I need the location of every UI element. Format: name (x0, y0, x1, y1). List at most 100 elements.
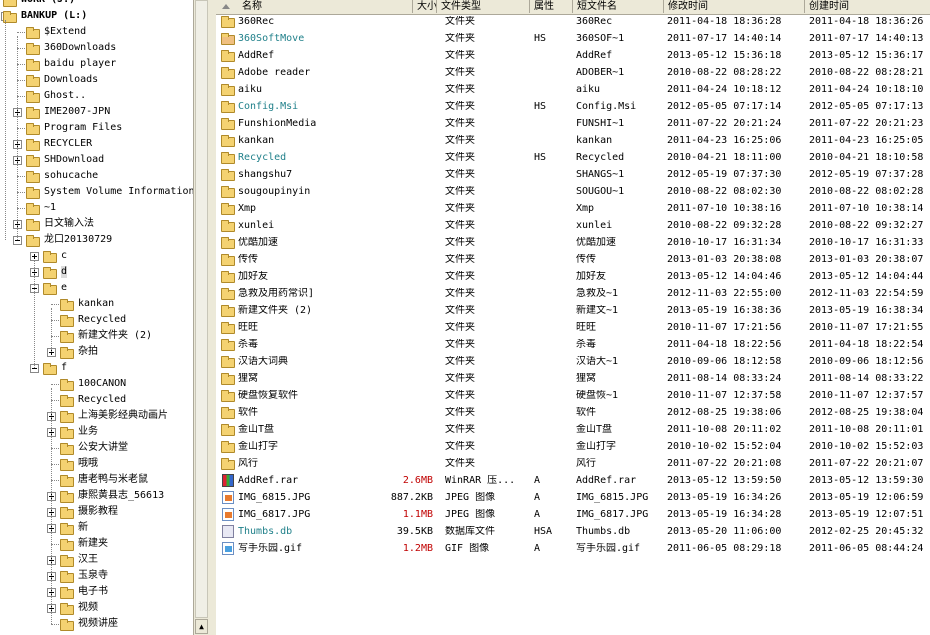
file-type: 数据库文件 (445, 526, 495, 537)
file-row[interactable]: 写手乐园.gif 1.2MB GIF 图像 A 写手乐园.gif 2011-06-05 0… (216, 540, 930, 557)
file-created: 2011-07-17 14:40:13 (809, 33, 924, 44)
tree-item[interactable]: 日文输入法 (0, 216, 193, 232)
file-short: kankan (576, 135, 613, 146)
file-row[interactable]: Config.Msi 文件夹 HS Config.Msi 2012-05-05 07:1… (216, 98, 930, 115)
file-row[interactable]: 旺旺 文件夹 旺旺 2010-11-07 17:21:56 2010-11-07 17:… (216, 319, 930, 336)
file-row[interactable]: 加好友 文件夹 加好友 2013-05-12 14:04:46 2013-05-12 1… (216, 268, 930, 285)
file-row[interactable]: AddRef.rar 2.6MB WinRAR 压... A AddRef.rar 201… (216, 472, 930, 489)
folder-icon (60, 571, 74, 583)
folder-icon (60, 331, 74, 343)
file-row[interactable]: 新建文件夹 (2) 文件夹 新建文~1 2013-05-19 16:38:36 2013… (216, 302, 930, 319)
tree-item[interactable]: $Extend (0, 24, 193, 40)
file-row[interactable]: 狸窝 文件夹 狸窝 2011-08-14 08:33:24 2011-08-14 08:… (216, 370, 930, 387)
scrollbar-thumb[interactable] (195, 0, 208, 618)
file-row[interactable]: Xmp 文件夹 Xmp 2011-07-10 10:38:16 2011-07-10 1… (216, 200, 930, 217)
tree-item[interactable]: 视频讲座 (0, 616, 193, 632)
tree-item[interactable]: RECYCLER (0, 136, 193, 152)
file-row[interactable]: Adobe reader 文件夹 ADOBER~1 2010-08-22 08:28:… (216, 64, 930, 81)
tree-item[interactable]: e (0, 280, 193, 296)
folder-tree[interactable]: WORK (J:) BANKUP (L:) $Extend 360Downloads b… (0, 0, 193, 635)
file-row[interactable]: shangshu7 文件夹 SHANGS~1 2012-05-19 07:37:30 2… (216, 166, 930, 183)
tree-item[interactable]: Ghost.. (0, 88, 193, 104)
tree-item[interactable]: Recycled (0, 312, 193, 328)
tree-item[interactable]: kankan (0, 296, 193, 312)
tree-item[interactable]: 360Downloads (0, 40, 193, 56)
tree-item[interactable]: 新建文件夹 (2) (0, 328, 193, 344)
tree-item[interactable]: SHDownload (0, 152, 193, 168)
tree-item[interactable]: 康熙黄县志_56613 (0, 488, 193, 504)
column-header-created[interactable]: 创建时间 (805, 0, 930, 13)
tree-item[interactable]: 哦哦 (0, 456, 193, 472)
file-row[interactable]: 杀毒 文件夹 杀毒 2011-04-18 18:22:56 2011-04-18 18:… (216, 336, 930, 353)
file-row[interactable]: IMG_6815.JPG 887.2KB JPEG 图像 A IMG_6815.JPG 2… (216, 489, 930, 506)
tree-item[interactable]: 摄影教程 (0, 504, 193, 520)
file-modified: 2010-11-07 17:21:56 (667, 322, 782, 333)
tree-item[interactable]: 杂拍 (0, 344, 193, 360)
file-short: 加好友 (576, 271, 606, 282)
tree-item[interactable]: 公安大讲堂 (0, 440, 193, 456)
scroll-up-arrow-icon[interactable]: ▲ (195, 619, 208, 634)
tree-item[interactable]: 业务 (0, 424, 193, 440)
file-row[interactable]: 硬盘恢复软件 文件夹 硬盘恢~1 2010-11-07 12:37:58 2010-11… (216, 387, 930, 404)
file-created: 2011-06-05 08:44:24 (809, 543, 924, 554)
column-header-size[interactable]: 大小 (413, 0, 437, 13)
tree-item[interactable]: sohucache (0, 168, 193, 184)
tree-item[interactable]: 玉泉寺 (0, 568, 193, 584)
tree-item[interactable]: BANKUP (L:) (0, 8, 193, 24)
file-list[interactable]: 名称 大小 文件类型 属性 短文件名 修改时间 创建时间 360Rec 文件夹 36… (216, 0, 930, 635)
file-row[interactable]: 360Rec 文件夹 360Rec 2011-04-18 18:36:28 2011-0… (216, 13, 930, 30)
tree-item[interactable]: 汉王 (0, 552, 193, 568)
column-header-short-name[interactable]: 短文件名 (573, 0, 664, 13)
tree-item[interactable]: ~1 (0, 200, 193, 216)
column-header-type[interactable]: 文件类型 (437, 0, 530, 13)
column-header-size-label: 大小 (417, 1, 437, 12)
file-row[interactable]: 金山打字 文件夹 金山打字 2010-10-02 15:52:04 2010-10-02… (216, 438, 930, 455)
tree-item[interactable]: System Volume Information (0, 184, 193, 200)
column-header-modified[interactable]: 修改时间 (664, 0, 805, 13)
pane-splitter[interactable] (209, 0, 216, 635)
tree-item[interactable]: 100CANON (0, 376, 193, 392)
tree-item[interactable]: WORK (J:) (0, 0, 193, 8)
file-row[interactable]: 风行 文件夹 风行 2011-07-22 20:21:08 2011-07-22 20:… (216, 455, 930, 472)
tree-item[interactable]: 视频 (0, 600, 193, 616)
tree-item[interactable]: Downloads (0, 72, 193, 88)
tree-item[interactable]: Program Files (0, 120, 193, 136)
column-header-name[interactable]: 名称 (216, 0, 413, 13)
tree-vertical-scrollbar[interactable]: ▲ (193, 0, 209, 635)
file-row[interactable]: FunshionMedia 文件夹 FUNSHI~1 2011-07-22 20:21… (216, 115, 930, 132)
file-row[interactable]: IMG_6817.JPG 1.1MB JPEG 图像 A IMG_6817.JPG 201… (216, 506, 930, 523)
file-row[interactable]: kankan 文件夹 kankan 2011-04-23 16:25:06 2011-0… (216, 132, 930, 149)
tree-item-label: baidu player (44, 58, 117, 69)
file-row[interactable]: aiku 文件夹 aiku 2011-04-24 10:18:12 2011-04-24… (216, 81, 930, 98)
file-type: 文件夹 (445, 203, 475, 214)
file-row[interactable]: 金山T盘 文件夹 金山T盘 2011-10-08 20:11:02 2011-10-08… (216, 421, 930, 438)
file-row[interactable]: 传传 文件夹 传传 2013-01-03 20:38:08 2013-01-03 20:… (216, 251, 930, 268)
tree-item[interactable]: IME2007-JPN (0, 104, 193, 120)
file-row[interactable]: 软件 文件夹 软件 2012-08-25 19:38:06 2012-08-25 19:… (216, 404, 930, 421)
tree-item[interactable]: 新 (0, 520, 193, 536)
file-row[interactable]: Recycled 文件夹 HS Recycled 2010-04-21 18:11:00… (216, 149, 930, 166)
tree-item[interactable]: baidu player (0, 56, 193, 72)
file-row[interactable]: 360SoftMove 文件夹 HS 360SOF~1 2011-07-17 14:40… (216, 30, 930, 47)
tree-item-label: Program Files (44, 122, 123, 133)
tree-item[interactable]: f (0, 360, 193, 376)
tree-item[interactable]: d (0, 264, 193, 280)
file-row[interactable]: 汉语大词典 文件夹 汉语大~1 2010-09-06 18:12:58 2010-09-… (216, 353, 930, 370)
file-row[interactable]: 急救及用药常识] 文件夹 急救及~1 2012-11-03 22:55:00 2012-… (216, 285, 930, 302)
file-row[interactable]: Thumbs.db 39.5KB 数据库文件 HSA Thumbs.db 2013-05-… (216, 523, 930, 540)
folder-icon (26, 219, 40, 231)
tree-item[interactable]: 唐老鸭与米老鼠 (0, 472, 193, 488)
tree-item[interactable]: Recycled (0, 392, 193, 408)
tree-item-label: 康熙黄县志_56613 (78, 490, 165, 501)
column-header-attributes[interactable]: 属性 (530, 0, 573, 13)
tree-item[interactable]: c (0, 248, 193, 264)
file-row[interactable]: 优酷加速 文件夹 优酷加速 2010-10-17 16:31:34 2010-10-17… (216, 234, 930, 251)
file-row[interactable]: AddRef 文件夹 AddRef 2013-05-12 15:36:18 2013-0… (216, 47, 930, 64)
file-name: 360SoftMove (238, 33, 305, 44)
tree-item[interactable]: 龙口20130729 (0, 232, 193, 248)
file-row[interactable]: sougoupinyin 文件夹 SOUGOU~1 2010-08-22 08:02:… (216, 183, 930, 200)
tree-item[interactable]: 上海美影经典动画片 (0, 408, 193, 424)
tree-item[interactable]: 电子书 (0, 584, 193, 600)
tree-item[interactable]: 新建夹 (0, 536, 193, 552)
file-row[interactable]: xunlei 文件夹 xunlei 2010-08-22 09:32:28 2010-0… (216, 217, 930, 234)
